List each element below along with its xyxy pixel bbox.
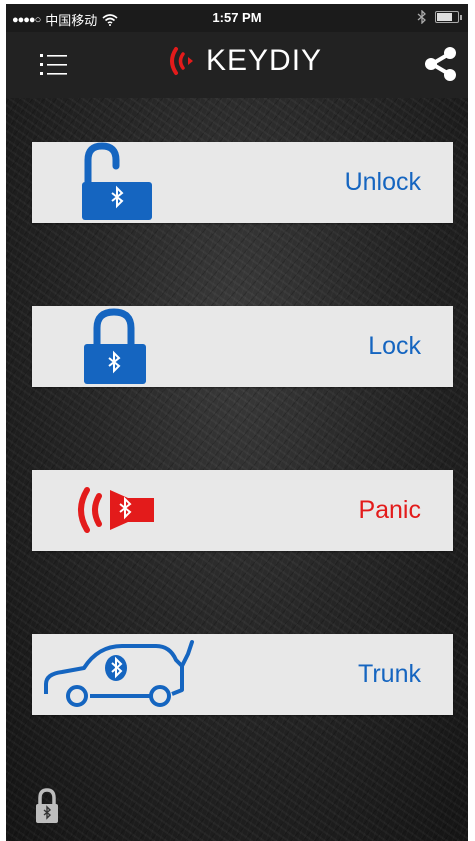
share-icon[interactable] [422, 46, 458, 82]
bluetooth-lock-status-icon[interactable] [32, 787, 62, 825]
trunk-label: Trunk [358, 660, 421, 688]
leather-background [6, 4, 468, 841]
list-menu-icon[interactable] [40, 52, 70, 78]
brand-name: KEYDIY [206, 44, 323, 77]
car-trunk-bluetooth-icon [44, 640, 194, 707]
status-time: 1:57 PM [212, 10, 262, 25]
brand-logo: KEYDIY [166, 44, 322, 78]
signal-waves-logo-icon [170, 47, 193, 75]
unlocked-padlock-bluetooth-icon [82, 142, 152, 220]
panic-label: Panic [358, 496, 421, 524]
bluetooth-status-icon [417, 10, 426, 24]
unlock-label: Unlock [344, 168, 421, 196]
unlock-button[interactable]: Unlock [32, 142, 453, 223]
battery-icon [435, 11, 459, 23]
locked-padlock-bluetooth-icon [84, 308, 146, 384]
alarm-speaker-bluetooth-icon [78, 487, 154, 533]
status-indicators [417, 10, 462, 24]
trunk-button[interactable]: Trunk [32, 634, 453, 715]
panic-button[interactable]: Panic [32, 470, 453, 551]
nav-bar: KEYDIY [6, 32, 468, 98]
app-screen: ●●●●○ 中国移动 1:57 PM KEYDIY Unlock Lock Pa… [6, 4, 468, 841]
battery-tip [460, 14, 462, 20]
lock-label: Lock [368, 332, 421, 360]
lock-button[interactable]: Lock [32, 306, 453, 387]
status-bar: ●●●●○ 中国移动 1:57 PM [6, 4, 468, 32]
